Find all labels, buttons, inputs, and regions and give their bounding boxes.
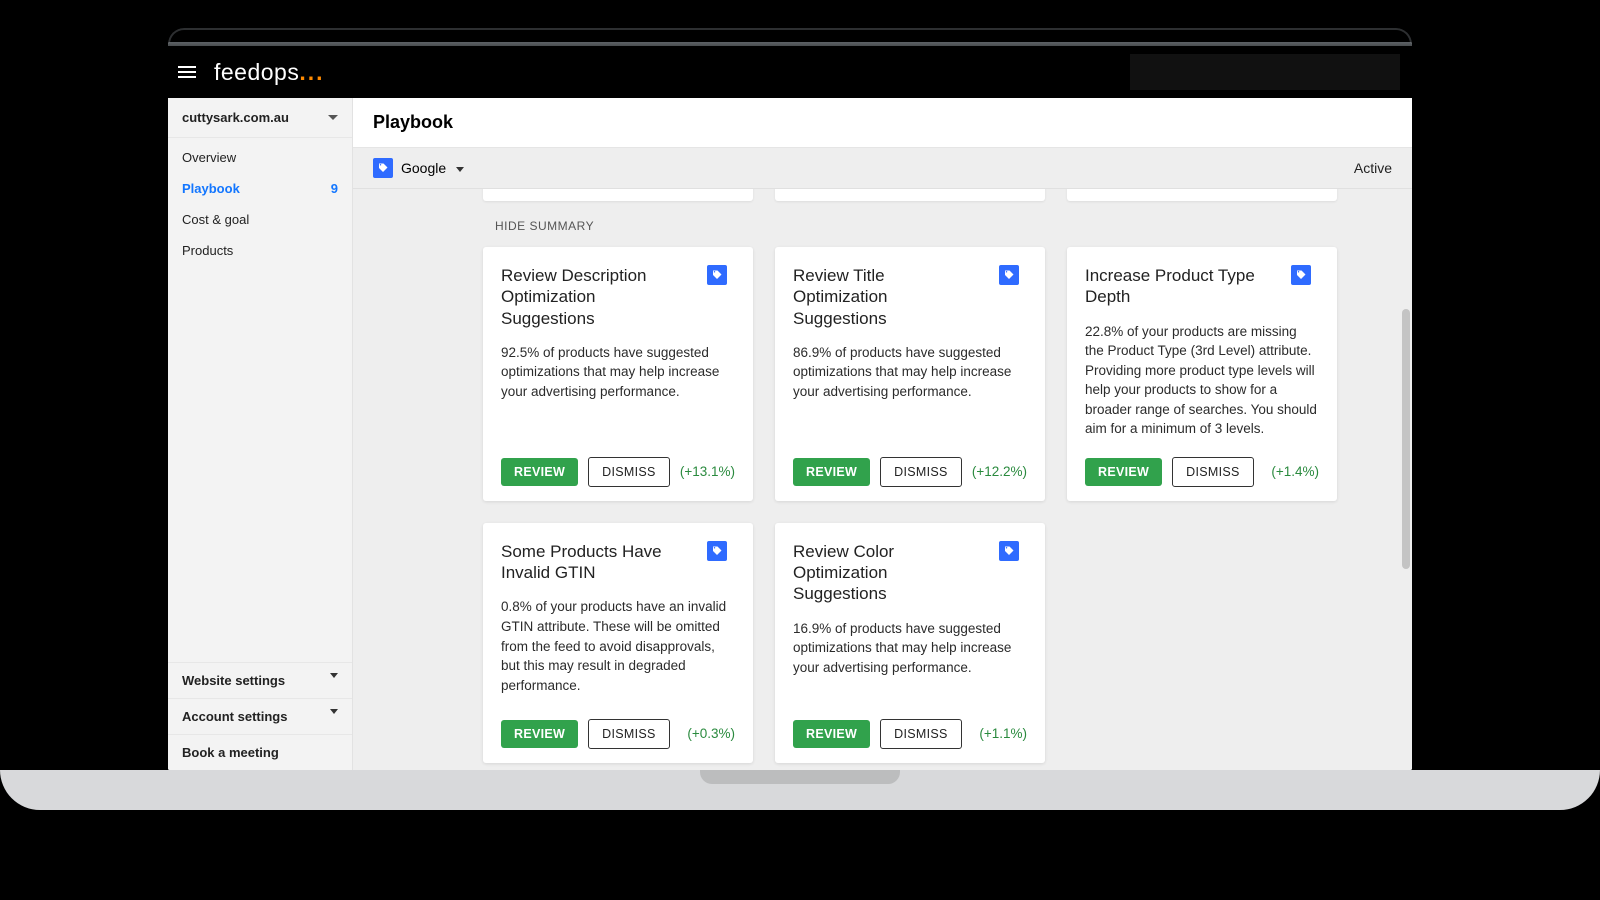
- main: Playbook Google Active: [353, 98, 1412, 770]
- card-peek: [1067, 189, 1337, 201]
- domain-label: cuttysark.com.au: [182, 110, 289, 125]
- sidebar-item-playbook[interactable]: Playbook 9: [168, 173, 352, 204]
- tag-icon: [999, 265, 1019, 285]
- card-title: Review Title Optimization Suggestions: [793, 265, 963, 329]
- card-delta: (+1.4%): [1271, 464, 1319, 479]
- brand-logo: feedops...: [214, 59, 325, 86]
- review-button[interactable]: REVIEW: [1085, 458, 1162, 486]
- tag-icon: [707, 265, 727, 285]
- card-delta: (+0.3%): [687, 726, 735, 741]
- review-button[interactable]: REVIEW: [501, 458, 578, 486]
- card-title: Increase Product Type Depth: [1085, 265, 1255, 308]
- suggestion-card: Some Products Have Invalid GTIN 0.8% of y…: [483, 523, 753, 763]
- chevron-down-icon: [328, 115, 338, 120]
- sidebar-item-label: Playbook: [182, 181, 240, 196]
- scrollbar[interactable]: [1402, 309, 1410, 569]
- card-description: 86.9% of products have suggested optimiz…: [793, 343, 1027, 402]
- card-peek: [483, 189, 753, 201]
- dismiss-button[interactable]: DISMISS: [588, 719, 670, 749]
- chevron-down-icon: [330, 709, 338, 714]
- review-button[interactable]: REVIEW: [793, 458, 870, 486]
- dismiss-button[interactable]: DISMISS: [880, 719, 962, 749]
- sidebar: cuttysark.com.au Overview Playbook 9 Cost &…: [168, 98, 353, 770]
- topbar-account-area[interactable]: [1130, 54, 1400, 90]
- dismiss-button[interactable]: DISMISS: [880, 457, 962, 487]
- chevron-down-icon: [330, 673, 338, 678]
- sidebar-item-label: Website settings: [182, 673, 285, 688]
- topbar: feedops...: [168, 46, 1412, 98]
- card-delta: (+1.1%): [979, 726, 1027, 741]
- sidebar-item-label: Overview: [182, 150, 236, 165]
- sidebar-item-products[interactable]: Products: [168, 235, 352, 266]
- card-peek: [775, 189, 1045, 201]
- card-title: Review Description Optimization Suggesti…: [501, 265, 671, 329]
- dismiss-button[interactable]: DISMISS: [588, 457, 670, 487]
- sidebar-footer-website-settings[interactable]: Website settings: [168, 662, 352, 698]
- sidebar-item-label: Account settings: [182, 709, 287, 724]
- sidebar-footer-book-a-meeting[interactable]: Book a meeting: [168, 734, 352, 770]
- sidebar-item-overview[interactable]: Overview: [168, 142, 352, 173]
- card-description: 92.5% of products have suggested optimiz…: [501, 343, 735, 402]
- sidebar-badge: 9: [331, 181, 338, 196]
- suggestion-card: Review Title Optimization Suggestions 86.…: [775, 247, 1045, 501]
- channel-selector[interactable]: Google: [401, 160, 464, 176]
- card-title: Review Color Optimization Suggestions: [793, 541, 963, 605]
- review-button[interactable]: REVIEW: [501, 720, 578, 748]
- domain-selector[interactable]: cuttysark.com.au: [168, 98, 352, 138]
- card-description: 16.9% of products have suggested optimiz…: [793, 619, 1027, 678]
- review-button[interactable]: REVIEW: [793, 720, 870, 748]
- suggestion-card: Review Description Optimization Suggesti…: [483, 247, 753, 501]
- hide-summary-toggle[interactable]: HIDE SUMMARY: [483, 211, 1392, 247]
- sidebar-item-label: Products: [182, 243, 233, 258]
- status-label: Active: [1354, 160, 1392, 176]
- chevron-down-icon: [456, 167, 464, 172]
- tag-icon: [1291, 265, 1311, 285]
- dismiss-button[interactable]: DISMISS: [1172, 457, 1254, 487]
- suggestion-card: Increase Product Type Depth 22.8% of your…: [1067, 247, 1337, 501]
- suggestion-card: Review Color Optimization Suggestions 16.…: [775, 523, 1045, 763]
- card-description: 22.8% of your products are missing the P…: [1085, 322, 1319, 439]
- sidebar-item-cost-goal[interactable]: Cost & goal: [168, 204, 352, 235]
- content-scroll[interactable]: HIDE SUMMARY Review Description Optimiza…: [353, 189, 1412, 770]
- sidebar-item-label: Cost & goal: [182, 212, 249, 227]
- tag-icon: [373, 158, 393, 178]
- card-delta: (+13.1%): [680, 464, 735, 479]
- card-delta: (+12.2%): [972, 464, 1027, 479]
- tag-icon: [999, 541, 1019, 561]
- menu-icon[interactable]: [178, 61, 200, 83]
- card-description: 0.8% of your products have an invalid GT…: [501, 597, 735, 695]
- sidebar-footer-account-settings[interactable]: Account settings: [168, 698, 352, 734]
- tag-icon: [707, 541, 727, 561]
- page-title: Playbook: [353, 98, 1412, 148]
- card-title: Some Products Have Invalid GTIN: [501, 541, 671, 584]
- sidebar-item-label: Book a meeting: [182, 745, 279, 760]
